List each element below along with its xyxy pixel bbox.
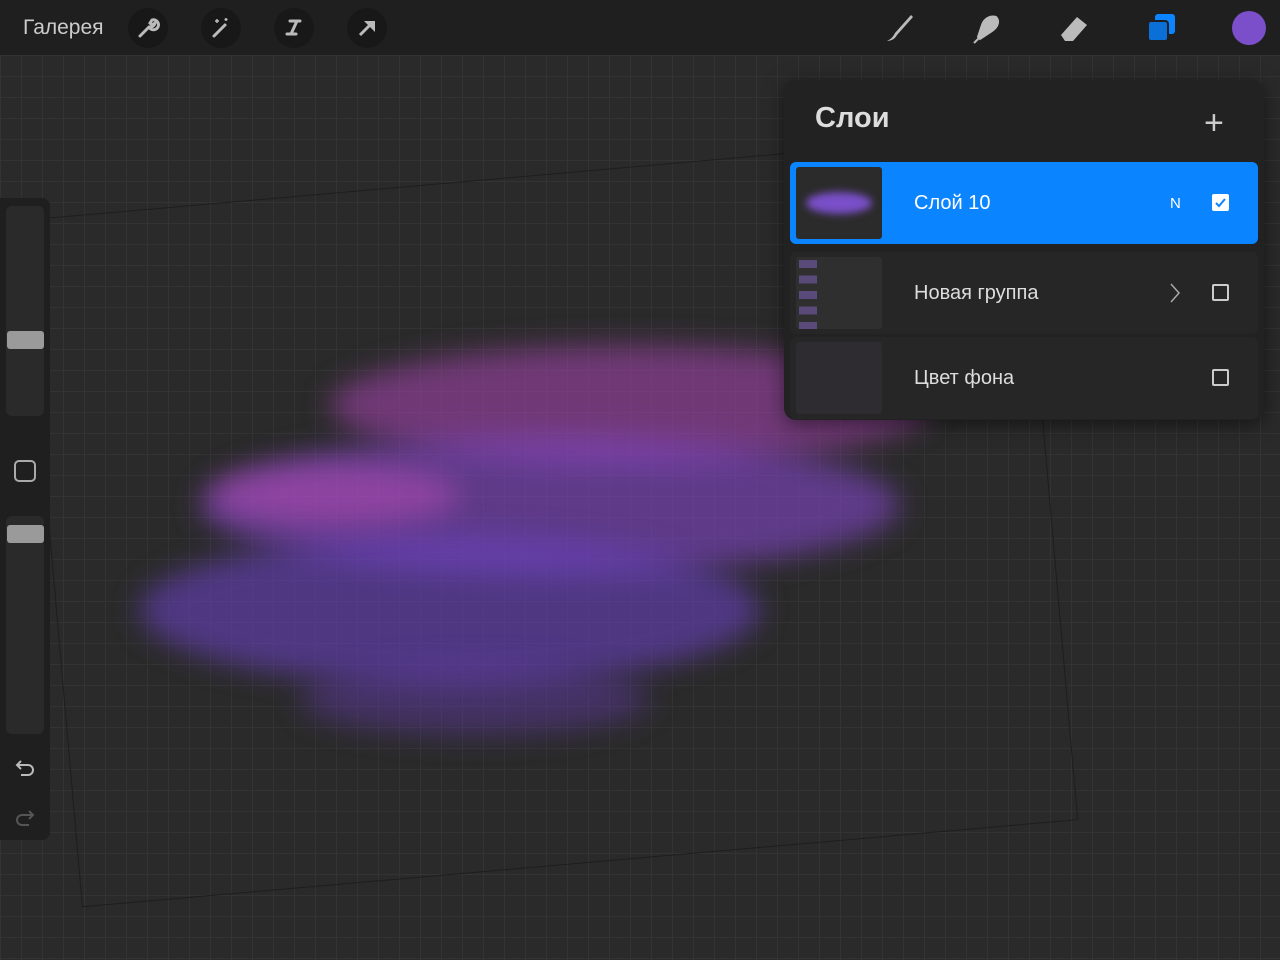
eraser-button[interactable] (1056, 10, 1092, 46)
brush-size-thumb[interactable] (7, 331, 44, 349)
layer-visibility-checkbox[interactable] (1212, 284, 1229, 301)
redo-icon[interactable] (13, 805, 37, 829)
add-layer-button[interactable]: + (1204, 104, 1224, 143)
blend-mode-button[interactable]: N (1170, 195, 1181, 212)
gallery-button[interactable]: Галерея (23, 16, 104, 40)
checkmark-icon (1215, 198, 1226, 208)
adjustments-button[interactable] (200, 7, 241, 48)
layers-icon (1147, 14, 1175, 42)
layer-name: Слой 10 (914, 192, 991, 214)
smudge-icon (973, 15, 1000, 44)
layers-panel: Слои + Слой 10 N Новая группа Цвет фона (784, 80, 1264, 420)
transform-button[interactable] (346, 7, 387, 48)
selection-icon (285, 19, 302, 35)
chevron-right-icon[interactable] (1168, 282, 1182, 304)
layer-row-background[interactable]: Цвет фона (790, 337, 1258, 419)
brush-button[interactable] (882, 10, 918, 46)
layer-thumbnail (796, 167, 882, 239)
layer-name: Цвет фона (914, 367, 1015, 389)
group-thumbnail (796, 257, 882, 329)
color-picker-button[interactable] (1232, 11, 1266, 45)
selection-button[interactable] (273, 7, 314, 48)
sidebar (0, 198, 50, 840)
layers-button[interactable] (1144, 10, 1180, 46)
layers-panel-title: Слои (815, 102, 890, 134)
magic-wand-icon (212, 17, 228, 37)
undo-icon[interactable] (13, 755, 37, 779)
smudge-button[interactable] (969, 10, 1005, 46)
transform-arrow-icon (358, 20, 375, 36)
layer-visibility-checkbox[interactable] (1212, 369, 1229, 386)
modify-button[interactable] (14, 460, 36, 482)
background-color-thumbnail (796, 342, 882, 414)
layer-row-selected[interactable]: Слой 10 N (790, 162, 1258, 244)
opacity-slider[interactable] (6, 516, 44, 734)
wrench-icon (138, 17, 160, 37)
actions-button[interactable] (127, 7, 168, 48)
eraser-icon (1061, 17, 1087, 41)
layer-row-group[interactable]: Новая группа (790, 252, 1258, 334)
brush-size-slider[interactable] (6, 206, 44, 416)
layer-visibility-checkbox[interactable] (1212, 194, 1229, 211)
top-toolbar: Галерея (0, 0, 1280, 55)
opacity-thumb[interactable] (7, 525, 44, 543)
brush-icon (887, 15, 913, 41)
layer-name: Новая группа (914, 282, 1039, 304)
